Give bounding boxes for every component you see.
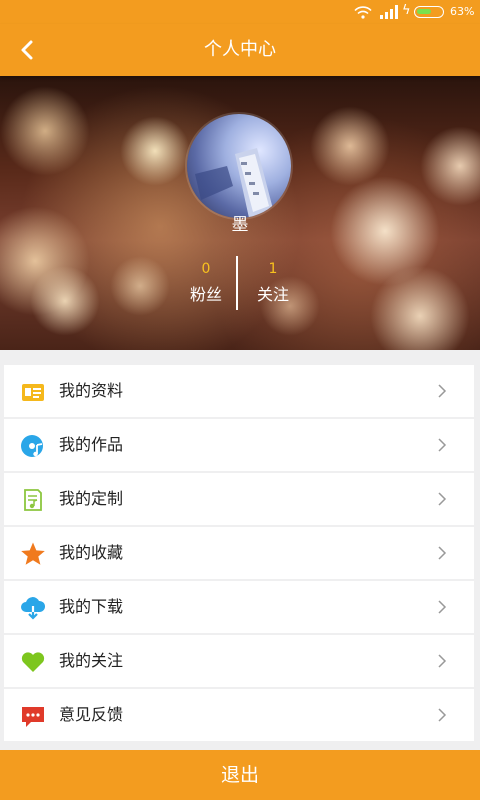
music-disc-icon [21,435,43,457]
status-bar: ϟ 63% [0,0,480,24]
charging-icon: ϟ [402,3,411,18]
menu-list: 我的资料 我的作品 我的定制 我的收藏 我的下载 我的关注 意见反馈 [4,365,474,743]
signal-icon [380,5,398,19]
bokeh-light [370,266,470,350]
heart-icon [21,652,45,672]
menu-item-favorites[interactable]: 我的收藏 [4,527,474,579]
stat-divider [236,256,238,310]
header: 个人中心 [0,24,480,76]
username: 墨 [231,215,249,235]
menu-item-profile[interactable]: 我的资料 [4,365,474,417]
chevron-right-icon [438,600,447,614]
following-count[interactable]: 1 [253,260,293,278]
cloud-download-icon [21,597,46,620]
guitar-photo-icon [195,148,273,218]
menu-item-following[interactable]: 我的关注 [4,635,474,687]
battery-percent: 63% [450,5,475,18]
chevron-right-icon [438,492,447,506]
profile-card-icon [22,384,44,401]
bokeh-light [30,266,100,336]
menu-item-label: 我的资料 [59,381,124,400]
following-label[interactable]: 关注 [243,284,303,306]
fans-count[interactable]: 0 [186,260,226,278]
bokeh-light [120,116,190,186]
star-icon [21,542,45,565]
bokeh-light [0,86,90,176]
bokeh-light [420,126,480,206]
logout-button[interactable]: 退出 [0,750,480,800]
chevron-right-icon [438,384,447,398]
custom-document-icon [24,489,42,511]
menu-item-works[interactable]: 我的作品 [4,419,474,471]
menu-item-label: 我的作品 [59,435,124,454]
bokeh-light [310,106,390,186]
battery-icon [414,6,444,18]
page-title: 个人中心 [204,39,276,60]
menu-item-downloads[interactable]: 我的下载 [4,581,474,633]
menu-item-label: 我的关注 [59,651,124,670]
battery-level [417,9,431,14]
profile-banner: 墨 0 粉丝 1 关注 [0,76,480,350]
chevron-right-icon [438,546,447,560]
chevron-right-icon [438,438,447,452]
chevron-right-icon [438,654,447,668]
menu-item-custom[interactable]: 我的定制 [4,473,474,525]
menu-item-label: 我的收藏 [59,543,124,562]
avatar[interactable] [187,114,291,218]
feedback-chat-icon [22,707,44,727]
bokeh-light [110,256,170,316]
chevron-right-icon [438,708,447,722]
menu-item-label: 我的定制 [59,489,124,508]
menu-item-label: 意见反馈 [59,705,124,724]
wifi-icon [354,6,372,19]
menu-item-feedback[interactable]: 意见反馈 [4,689,474,741]
menu-item-label: 我的下载 [59,597,124,616]
fans-label[interactable]: 粉丝 [176,284,236,306]
